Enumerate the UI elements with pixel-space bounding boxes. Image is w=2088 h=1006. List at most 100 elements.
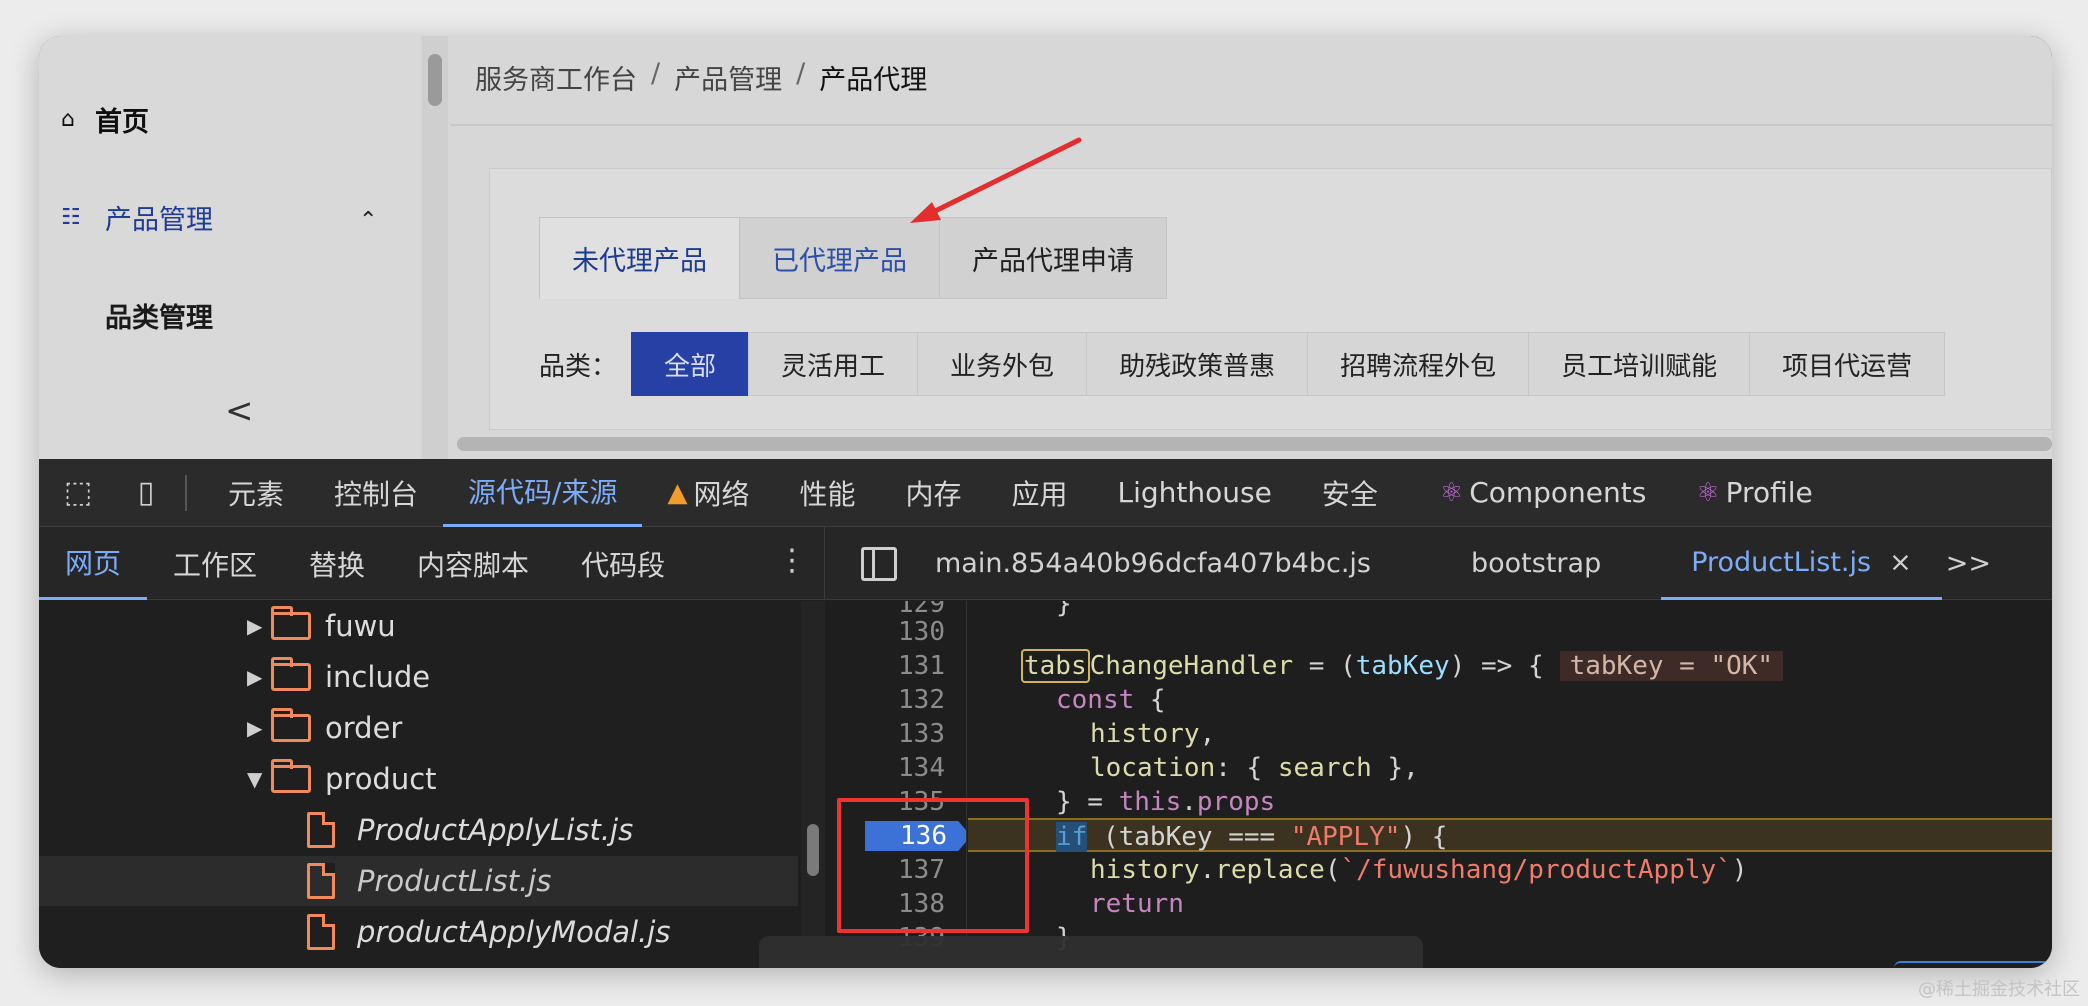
code-token: ( xyxy=(1324,855,1341,885)
tab-lighthouse[interactable]: Lighthouse xyxy=(1093,459,1297,527)
folder-icon xyxy=(271,606,311,640)
code-line: history, xyxy=(968,717,2052,751)
code-token-highlighted: if xyxy=(1056,822,1088,852)
file-tree: ▶ fuwu ▶ include ▶ order ▼ product Produ… xyxy=(39,601,798,968)
collapse-triangle-icon[interactable]: ▼ xyxy=(247,767,271,791)
code-token: tabKey xyxy=(1355,651,1450,681)
tree-label: ProductApplyList.js xyxy=(357,813,634,847)
tab-page[interactable]: 网页 xyxy=(39,527,148,600)
expand-triangle-icon[interactable]: ▶ xyxy=(247,716,271,740)
device-toolbar-icon[interactable]: ▯ xyxy=(123,475,169,510)
more-options-icon[interactable]: ⋮ xyxy=(777,543,807,578)
tree-folder[interactable]: ▶ order xyxy=(247,703,402,753)
web-app: ⌂ 首页 ☷ 产品管理 ⌃ 品类管理 < 服务商工作台 / 产品管理 / 产品代… xyxy=(39,36,2052,459)
editor-file-tabs: main.854a40b96dcfa407b4bc.js bootstrap P… xyxy=(824,527,2052,600)
folder-icon xyxy=(271,708,311,742)
code-token: history xyxy=(1090,719,1200,749)
code-line: } xyxy=(968,601,2052,621)
code-line: const { xyxy=(968,683,2052,717)
code-token: }, xyxy=(1371,753,1419,783)
code-token: , xyxy=(1199,719,1216,749)
tab-components-label: Components xyxy=(1469,476,1647,509)
tab-sources[interactable]: 源代码/来源 xyxy=(443,459,643,527)
file-tab-main[interactable]: main.854a40b96dcfa407b4bc.js xyxy=(905,527,1401,600)
tab-performance[interactable]: 性能 xyxy=(774,459,880,527)
tab-overrides[interactable]: 替换 xyxy=(283,527,391,600)
file-icon xyxy=(307,863,335,899)
line-number[interactable]: 134 xyxy=(825,751,945,785)
file-tab-productlist[interactable]: ProductList.js × xyxy=(1661,527,1942,600)
tree-label: fuwu xyxy=(325,609,396,643)
tree-file[interactable]: ProductApplyList.js xyxy=(307,805,633,855)
file-tab-bootstrap[interactable]: bootstrap xyxy=(1441,527,1631,600)
tree-scrollbar-track xyxy=(801,601,825,968)
tab-application[interactable]: 应用 xyxy=(987,459,1093,527)
red-annotation-arrow xyxy=(910,137,1082,223)
tab-elements[interactable]: 元素 xyxy=(203,459,309,527)
devtools-toolbar: ⬚ ▯ 元素 控制台 源代码/来源 ▲ 网络 性能 内存 应用 Lighthou… xyxy=(39,459,2052,527)
code-token: search xyxy=(1277,753,1372,783)
code-token-highlighted: tabs xyxy=(1021,649,1090,683)
code-token: . xyxy=(1199,855,1216,885)
tab-security[interactable]: 安全 xyxy=(1297,459,1403,527)
expand-triangle-icon[interactable]: ▶ xyxy=(247,614,271,638)
code-token: "APPLY" xyxy=(1290,822,1401,852)
tab-content-scripts[interactable]: 内容脚本 xyxy=(391,527,555,600)
code-line: tabs ChangeHandler = (tabKey) => {tabKey … xyxy=(968,649,2052,683)
inline-value-badge: tabKey = "OK" xyxy=(1559,651,1784,681)
code-token: props xyxy=(1196,787,1276,817)
toggle-navigator-icon[interactable] xyxy=(861,546,897,581)
code-line-paused: if (tabKey === "APPLY") { xyxy=(968,818,2052,852)
more-tabs-icon[interactable]: >> xyxy=(1942,527,1995,600)
line-number[interactable]: 133 xyxy=(825,717,945,751)
file-icon xyxy=(307,914,335,950)
line-number[interactable]: 131 xyxy=(825,649,945,683)
sources-nav-row: 网页 工作区 替换 内容脚本 代码段 ⋮ main.854a40b96dcfa4… xyxy=(39,527,2052,600)
code-token: location xyxy=(1090,753,1216,783)
line-number[interactable]: 130 xyxy=(825,615,945,649)
watermark: @稀土掘金技术社区 xyxy=(1918,979,2080,1000)
code-token: `/fuwushang/productApply` xyxy=(1340,855,1732,885)
code-line: history.replace(`/fuwushang/productApply… xyxy=(968,853,2052,887)
tab-components[interactable]: ⚛ Components xyxy=(1415,459,1671,527)
tab-network[interactable]: ▲ 网络 xyxy=(642,459,774,527)
code-token: ) { xyxy=(1400,822,1448,852)
inspect-element-icon[interactable]: ⬚ xyxy=(55,475,101,510)
tab-profiler-label: Profile xyxy=(1725,476,1813,509)
expand-triangle-icon[interactable]: ▶ xyxy=(247,665,271,689)
code-token: = ( xyxy=(1293,651,1356,681)
line-number[interactable]: 132 xyxy=(825,683,945,717)
react-icon: ⚛ xyxy=(1439,477,1464,508)
status-pill xyxy=(1894,961,2052,968)
tree-label: product xyxy=(325,762,437,796)
code-token: const xyxy=(1056,685,1135,715)
tree-label: include xyxy=(325,660,431,694)
code-editor[interactable]: } tabs ChangeHandler = (tabKey) => {tabKe… xyxy=(968,601,2052,968)
tree-label: ProductList.js xyxy=(357,864,552,898)
tab-console[interactable]: 控制台 xyxy=(309,459,443,527)
tree-file[interactable]: productApplyModal.js xyxy=(307,907,670,957)
tab-network-label: 网络 xyxy=(693,477,750,511)
code-token: return xyxy=(1090,889,1184,919)
code-token: . xyxy=(1181,787,1197,817)
debugger-floating-bar[interactable] xyxy=(759,936,1423,968)
tab-snippets[interactable]: 代码段 xyxy=(555,527,691,600)
tree-folder[interactable]: ▶ include xyxy=(247,652,430,702)
code-token: ) xyxy=(1731,855,1748,885)
tree-scrollbar[interactable] xyxy=(807,824,819,876)
code-line: return xyxy=(968,887,2052,921)
code-line: } = this.props xyxy=(968,785,2052,819)
tab-memory[interactable]: 内存 xyxy=(881,459,987,527)
file-tab-label: ProductList.js xyxy=(1691,546,1872,578)
tree-folder[interactable]: ▶ fuwu xyxy=(247,601,396,651)
file-icon xyxy=(307,812,335,848)
tab-profiler[interactable]: ⚛ Profile xyxy=(1671,459,1837,527)
tree-file-selected[interactable]: ProductList.js xyxy=(39,856,798,906)
tab-workspace[interactable]: 工作区 xyxy=(147,527,283,600)
close-icon[interactable]: × xyxy=(1889,547,1912,578)
tree-folder[interactable]: ▼ product xyxy=(247,754,437,804)
code-token: replace xyxy=(1215,855,1325,885)
react-icon: ⚛ xyxy=(1696,477,1720,508)
code-token: this xyxy=(1118,787,1182,817)
tree-label: productApplyModal.js xyxy=(357,915,671,949)
